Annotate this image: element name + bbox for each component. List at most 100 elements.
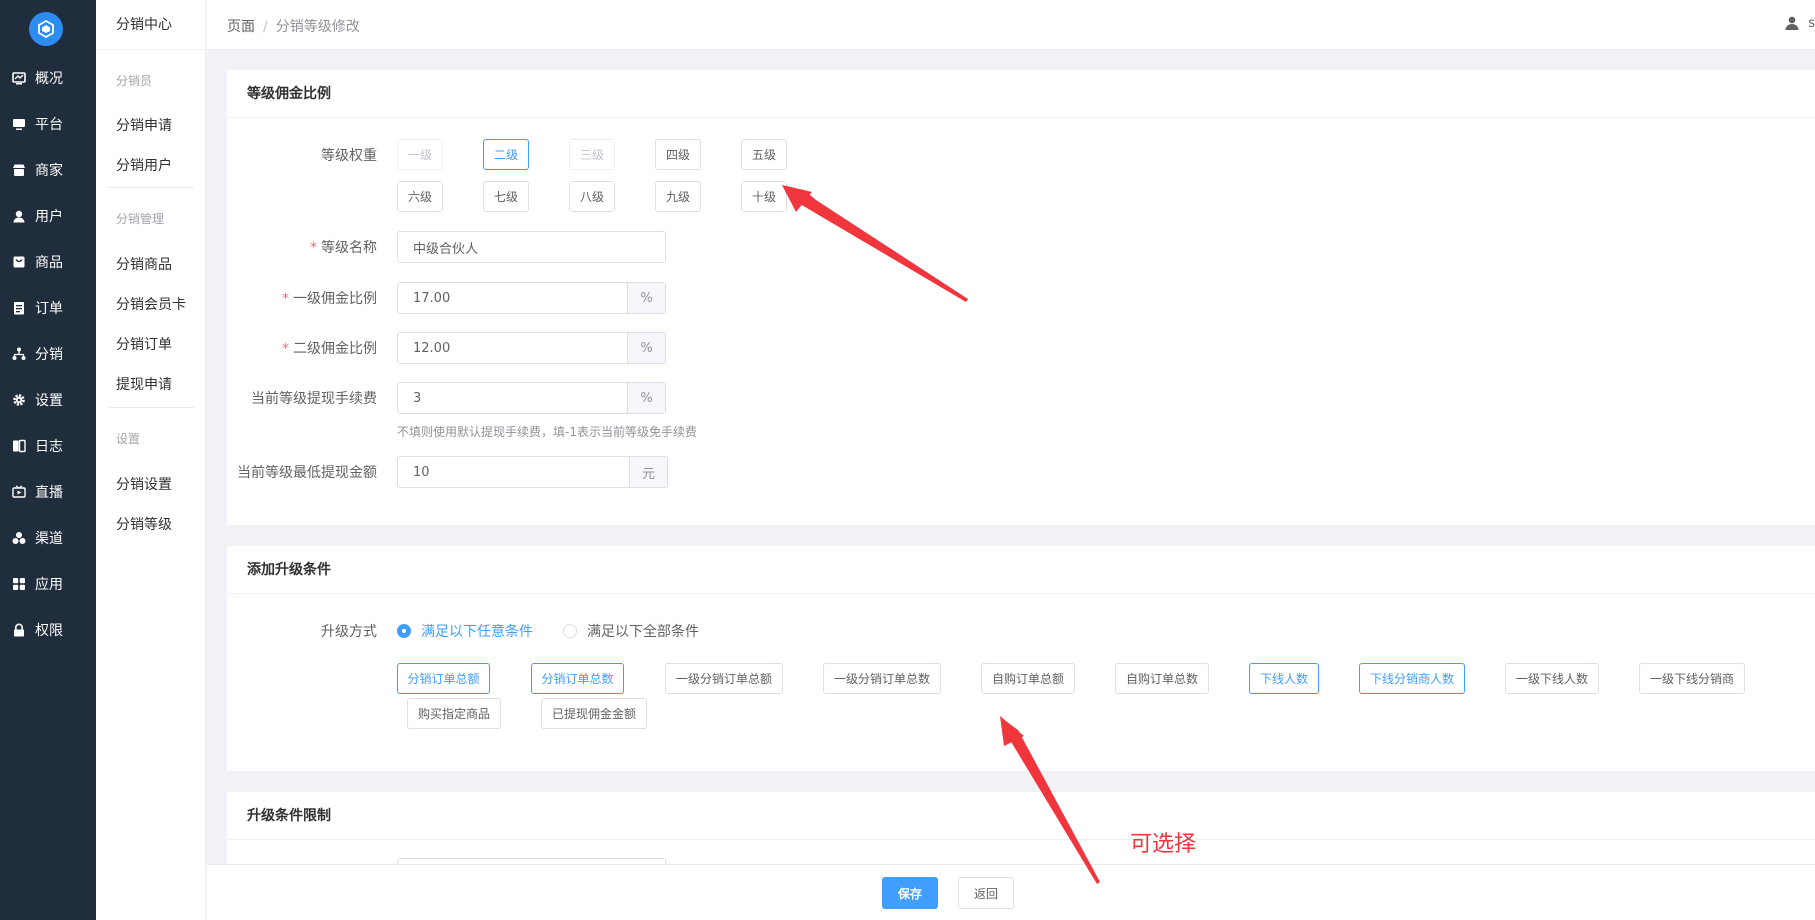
logo-icon[interactable] <box>29 12 63 46</box>
nav-item-channel[interactable]: 渠道 <box>0 515 96 561</box>
percent-suffix: % <box>627 283 665 313</box>
first-commission-input[interactable] <box>398 283 627 313</box>
footer-bar: 保存 返回 <box>207 864 1815 920</box>
back-button[interactable]: 返回 <box>958 877 1014 909</box>
percent-suffix: % <box>627 333 665 363</box>
sub-link-settings[interactable]: 分销设置 <box>116 474 172 494</box>
commission-title: 等级佣金比例 <box>227 70 1815 118</box>
user-name: s <box>1808 15 1815 31</box>
goods-icon <box>12 255 26 269</box>
upgrade-condition-chip[interactable]: 一级分销订单总数 <box>823 663 941 694</box>
name-label: * 等级名称 <box>310 240 377 256</box>
divider <box>108 187 194 188</box>
level-weight-button[interactable]: 六级 <box>397 181 443 212</box>
yuan-suffix: 元 <box>629 457 667 487</box>
nav-item-label: 用户 <box>35 209 63 225</box>
group-label-manage: 分销管理 <box>116 212 165 226</box>
min-withdraw-field[interactable]: 元 <box>397 456 668 488</box>
radio-dot <box>563 624 577 638</box>
sub-link-goods[interactable]: 分销商品 <box>116 254 172 274</box>
second-commission-field[interactable]: % <box>397 332 666 364</box>
nav-item-live[interactable]: 直播 <box>0 469 96 515</box>
divider <box>108 407 194 408</box>
nav-item-dashboard[interactable]: 概况 <box>0 55 96 101</box>
upgrade-condition-chip[interactable]: 分销订单总数 <box>531 663 624 694</box>
store-icon <box>12 163 26 177</box>
fee-input[interactable] <box>398 383 627 413</box>
nav-item-user[interactable]: 用户 <box>0 193 96 239</box>
user-icon <box>1785 16 1799 30</box>
upgrade-condition-chip[interactable]: 下线人数 <box>1249 663 1319 694</box>
radio-any-condition[interactable]: 满足以下任意条件 <box>397 621 533 641</box>
upgrade-condition-chip[interactable]: 购买指定商品 <box>407 698 501 729</box>
level-weight-button[interactable]: 七级 <box>483 181 529 212</box>
level-weight-button[interactable]: 五级 <box>741 139 787 170</box>
level-name-input[interactable] <box>398 232 665 262</box>
upgrade-condition-chip[interactable]: 分销订单总额 <box>397 663 490 694</box>
nav-item-store[interactable]: 商家 <box>0 147 96 193</box>
fee-field[interactable]: % <box>397 382 666 414</box>
nav-item-label: 直播 <box>35 485 63 501</box>
breadcrumb-separator: / <box>263 19 268 35</box>
breadcrumb-current: 分销等级修改 <box>275 19 360 35</box>
upgrade-card: 添加升级条件 升级方式 满足以下任意条件 满足以下全部条件 分销订单总额 分销订单… <box>227 546 1815 771</box>
nav-item-log[interactable]: 日志 <box>0 423 96 469</box>
group-label-settings: 设置 <box>116 432 141 446</box>
monitor-icon <box>12 117 26 131</box>
first-commission-field[interactable]: % <box>397 282 666 314</box>
upgrade-condition-chip[interactable]: 一级分销订单总额 <box>665 663 783 694</box>
nav-item-label: 平台 <box>35 117 63 133</box>
level-name-field[interactable] <box>397 231 666 263</box>
top-header: 页面 / 分销等级修改 s <box>207 0 1815 50</box>
fee-label: 当前等级提现手续费 <box>251 391 377 407</box>
level-weight-button[interactable]: 十级 <box>741 181 787 212</box>
level-weight-button[interactable]: 四级 <box>655 139 701 170</box>
sub-link-apply[interactable]: 分销申请 <box>116 115 172 135</box>
weight-label: 等级权重 <box>321 148 377 164</box>
min-withdraw-input[interactable] <box>398 457 629 487</box>
level-weight-button: 三级 <box>569 139 615 170</box>
sub-link-levels[interactable]: 分销等级 <box>116 514 172 534</box>
nav-item-apps[interactable]: 应用 <box>0 561 96 607</box>
user-menu[interactable]: s <box>1784 15 1815 31</box>
upgrade-condition-chip[interactable]: 一级下线分销商 <box>1639 663 1745 694</box>
sub-sidebar-title: 分销中心 <box>96 0 206 50</box>
nav-item-label: 设置 <box>35 393 63 409</box>
second-commission-input[interactable] <box>398 333 627 363</box>
nav-item-monitor[interactable]: 平台 <box>0 101 96 147</box>
first-commission-label: * 一级佣金比例 <box>282 291 377 307</box>
limits-card: 升级条件限制 <box>227 792 1815 870</box>
group-label-distributor: 分销员 <box>116 74 153 88</box>
breadcrumb-root[interactable]: 页面 <box>227 19 255 35</box>
breadcrumb: 页面 / 分销等级修改 <box>227 16 360 36</box>
sub-link-withdraw[interactable]: 提现申请 <box>116 374 172 394</box>
level-weight-button[interactable]: 二级 <box>483 139 529 170</box>
nav-item-lock[interactable]: 权限 <box>0 607 96 653</box>
distribution-icon <box>12 347 26 361</box>
nav-item-gear[interactable]: 设置 <box>0 377 96 423</box>
radio-all-conditions[interactable]: 满足以下全部条件 <box>563 621 699 641</box>
nav-item-label: 商家 <box>35 163 63 179</box>
sub-link-member-card[interactable]: 分销会员卡 <box>116 294 186 314</box>
upgrade-condition-chip[interactable]: 自购订单总额 <box>981 663 1075 694</box>
upgrade-title: 添加升级条件 <box>227 546 1815 594</box>
radio-dot <box>397 624 411 638</box>
lock-icon <box>12 623 26 637</box>
nav-item-label: 分销 <box>35 347 63 363</box>
save-button[interactable]: 保存 <box>882 877 938 909</box>
sub-link-orders[interactable]: 分销订单 <box>116 334 172 354</box>
upgrade-condition-chip[interactable]: 下线分销商人数 <box>1359 663 1465 694</box>
upgrade-condition-chip[interactable]: 已提现佣金金额 <box>541 698 647 729</box>
gear-icon <box>12 393 26 407</box>
log-icon <box>12 439 26 453</box>
upgrade-condition-chip[interactable]: 自购订单总数 <box>1115 663 1209 694</box>
upgrade-mode-label: 升级方式 <box>321 624 377 640</box>
nav-item-order[interactable]: 订单 <box>0 285 96 331</box>
nav-item-distribution[interactable]: 分销 <box>0 331 96 377</box>
level-weight-button[interactable]: 九级 <box>655 181 701 212</box>
level-weight-button[interactable]: 八级 <box>569 181 615 212</box>
sub-link-users[interactable]: 分销用户 <box>116 155 172 175</box>
nav-item-goods[interactable]: 商品 <box>0 239 96 285</box>
upgrade-condition-chip[interactable]: 一级下线人数 <box>1505 663 1599 694</box>
live-icon <box>12 485 26 499</box>
